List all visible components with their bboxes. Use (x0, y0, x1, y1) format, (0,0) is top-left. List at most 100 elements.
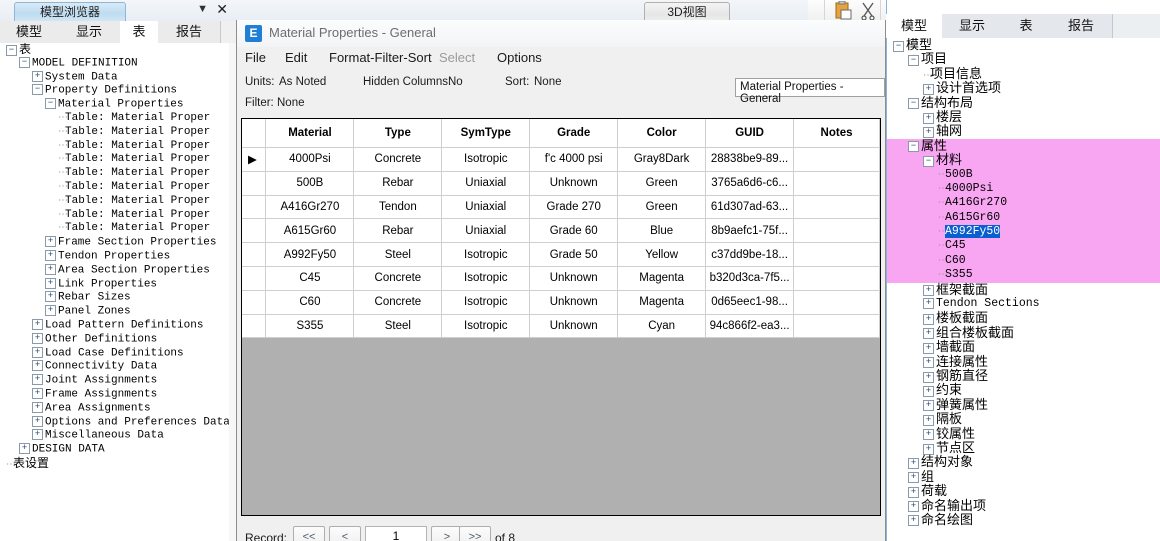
menu-item-file[interactable]: File (245, 50, 266, 65)
cell-guid[interactable]: 0d65eec1-98... (705, 289, 795, 315)
left-panel-scrollbar[interactable] (229, 43, 236, 541)
tree-node[interactable]: + Panel Zones (0, 305, 229, 319)
tree-node[interactable]: + 轴网 (887, 124, 1160, 138)
tree-node[interactable]: ⋯A416Gr270 (887, 196, 1160, 211)
tree-node[interactable]: ⋯S355 (887, 268, 1160, 283)
cell-type[interactable]: Rebar (353, 218, 443, 244)
right-tab-2[interactable]: 表 (1002, 14, 1051, 38)
tree-node[interactable]: ⋯500B (887, 167, 1160, 182)
cell-notes[interactable] (793, 265, 880, 291)
cell-notes[interactable] (793, 218, 880, 244)
row-selector-cell[interactable] (242, 218, 267, 244)
table-select-combobox[interactable]: Material Properties - General (735, 78, 885, 105)
cell-symtype[interactable]: Uniaxial (441, 170, 531, 196)
tree-expand-icon[interactable]: + (923, 385, 934, 397)
tree-expand-icon[interactable]: + (923, 126, 934, 138)
tree-node[interactable]: + 楼板截面 (887, 311, 1160, 325)
tree-node[interactable]: + Frame Assignments (0, 387, 229, 402)
cell-color[interactable]: Magenta (617, 265, 707, 291)
tree-collapse-icon[interactable]: − (19, 56, 30, 68)
cell-guid[interactable]: 28838be9-89... (705, 147, 795, 172)
tree-node[interactable]: + 框架截面 (887, 282, 1160, 297)
tree-node[interactable]: + Tendon Sections (887, 297, 1160, 311)
column-header-rowsel[interactable] (242, 119, 267, 148)
cell-grade[interactable]: Unknown (529, 170, 619, 196)
tree-expand-icon[interactable]: + (32, 401, 43, 413)
tree-node[interactable]: + 连接属性 (887, 354, 1160, 369)
tree-expand-icon[interactable]: + (908, 486, 919, 498)
tree-expand-icon[interactable]: + (908, 457, 919, 469)
tree-node[interactable]: ⋯Table: Material Proper (0, 112, 229, 126)
tree-expand-icon[interactable]: + (32, 429, 43, 441)
chevron-down-icon[interactable]: ▼ (197, 3, 208, 15)
tree-node[interactable]: + Link Properties (0, 277, 229, 292)
tree-expand-icon[interactable]: + (923, 371, 934, 383)
tree-expand-icon[interactable]: + (32, 318, 43, 330)
row-selector-cell[interactable] (242, 242, 267, 267)
column-header-material[interactable]: Material (265, 119, 355, 148)
cell-grade[interactable]: Grade 270 (529, 194, 619, 220)
tree-node[interactable]: ⋯Table: Material Proper (0, 181, 229, 195)
cell-guid[interactable]: 8b9aefc1-75f... (705, 218, 795, 244)
tree-node[interactable]: + Area Section Properties (0, 263, 229, 278)
tree-node[interactable]: ⋯C45 (887, 239, 1160, 254)
tree-node[interactable]: + 命名输出项 (887, 498, 1160, 513)
cell-symtype[interactable]: Isotropic (441, 265, 531, 291)
tree-expand-icon[interactable]: + (45, 291, 56, 303)
tree-node[interactable]: ⋯Table: Material Proper (0, 167, 229, 181)
tree-node[interactable]: + 组 (887, 469, 1160, 484)
tree-node[interactable]: ⋯A992Fy50 (887, 225, 1160, 240)
tree-node[interactable]: ⋯表设置 (0, 456, 229, 471)
cell-color[interactable]: Yellow (617, 242, 707, 267)
tree-expand-icon[interactable]: + (19, 443, 30, 455)
tree-node[interactable]: − 材料 (887, 152, 1160, 168)
tree-expand-icon[interactable]: + (923, 297, 934, 309)
model-tree[interactable]: − 模型 − 项目 ⋯项目信息 + 设计首选项 − 结构布局 + 楼层 + 轴网 − 属性 − 材料 ⋯500B ⋯… (886, 38, 1160, 541)
cell-grade[interactable]: Grade 60 (529, 218, 619, 244)
tree-node[interactable]: − Material Properties (0, 98, 229, 112)
left-tab-1[interactable]: 显示 (58, 21, 121, 43)
tree-node[interactable]: ⋯Table: Material Proper (0, 195, 229, 209)
tree-collapse-icon[interactable]: − (893, 40, 904, 52)
tree-node[interactable]: + 设计首选项 (887, 80, 1160, 95)
tree-expand-icon[interactable]: + (45, 277, 56, 289)
tree-node[interactable]: ⋯Table: Material Proper (0, 222, 229, 236)
cell-color[interactable]: Gray8Dark (617, 147, 707, 172)
left-tab-0[interactable]: 模型 (0, 21, 59, 43)
tree-expand-icon[interactable]: + (923, 112, 934, 124)
cell-notes[interactable] (793, 289, 880, 315)
tree-node[interactable]: − MODEL DEFINITION (0, 56, 229, 71)
tree-node[interactable]: + Other Definitions (0, 332, 229, 347)
cell-symtype[interactable]: Isotropic (441, 313, 531, 339)
tree-collapse-icon[interactable]: − (908, 54, 919, 66)
cell-type[interactable]: Steel (353, 313, 443, 339)
tree-node[interactable]: + 结构对象 (887, 455, 1160, 469)
cell-material[interactable]: A416Gr270 (265, 194, 355, 220)
table-tree[interactable]: − 表 − MODEL DEFINITION + System Data − Property… (0, 43, 229, 541)
table-row[interactable]: 500B Rebar Uniaxial Unknown Green 3765a6d6-c6… (242, 170, 880, 196)
tree-node[interactable]: + 铰属性 (887, 426, 1160, 441)
cell-grade[interactable]: Unknown (529, 313, 619, 339)
tree-node[interactable]: + Frame Section Properties (0, 236, 229, 250)
tree-node[interactable]: + 楼层 (887, 109, 1160, 124)
column-header-symtype[interactable]: SymType (441, 119, 531, 148)
tree-expand-icon[interactable]: + (32, 374, 43, 386)
row-selector-cell[interactable] (242, 194, 267, 220)
tree-node[interactable]: ⋯C60 (887, 253, 1160, 269)
tree-node[interactable]: + 节点区 (887, 440, 1160, 455)
prev-record-button[interactable]: < (329, 526, 361, 541)
tree-node[interactable]: + Rebar Sizes (0, 291, 229, 305)
tree-node[interactable]: + 命名绘图 (887, 512, 1160, 527)
tree-expand-icon[interactable]: + (32, 346, 43, 358)
row-selector-cell[interactable] (242, 289, 267, 315)
left-tab-3[interactable]: 报告 (158, 21, 221, 43)
tree-expand-icon[interactable]: + (45, 249, 56, 261)
cell-notes[interactable] (793, 313, 880, 339)
right-tab-1[interactable]: 显示 (942, 14, 1003, 38)
tree-expand-icon[interactable]: + (32, 387, 43, 399)
cell-color[interactable]: Blue (617, 218, 707, 244)
cell-guid[interactable]: b320d3ca-7f5... (705, 265, 795, 291)
tree-collapse-icon[interactable]: − (32, 84, 43, 96)
tree-node[interactable]: + Joint Assignments (0, 374, 229, 388)
tree-node[interactable]: + 荷载 (887, 483, 1160, 498)
